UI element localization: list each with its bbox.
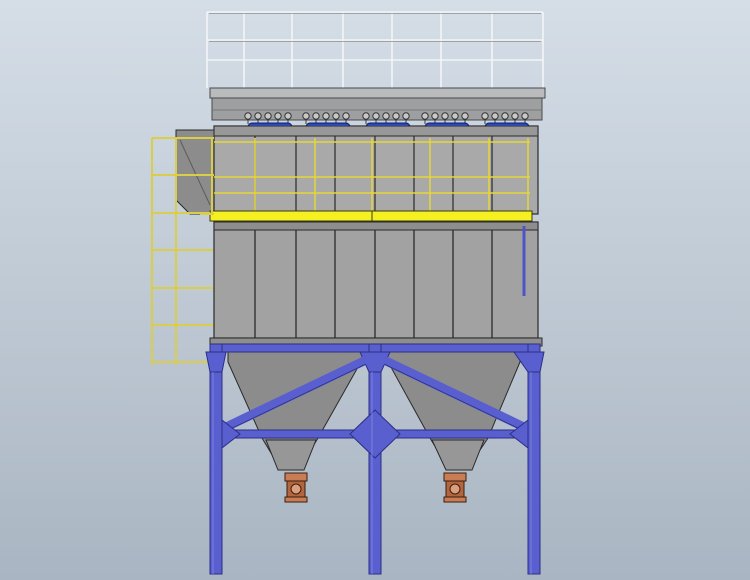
dust-collector-svg <box>0 0 750 580</box>
dust-collector-drawing <box>0 0 750 580</box>
upper-housing <box>175 125 539 215</box>
lower-housing <box>209 221 543 347</box>
